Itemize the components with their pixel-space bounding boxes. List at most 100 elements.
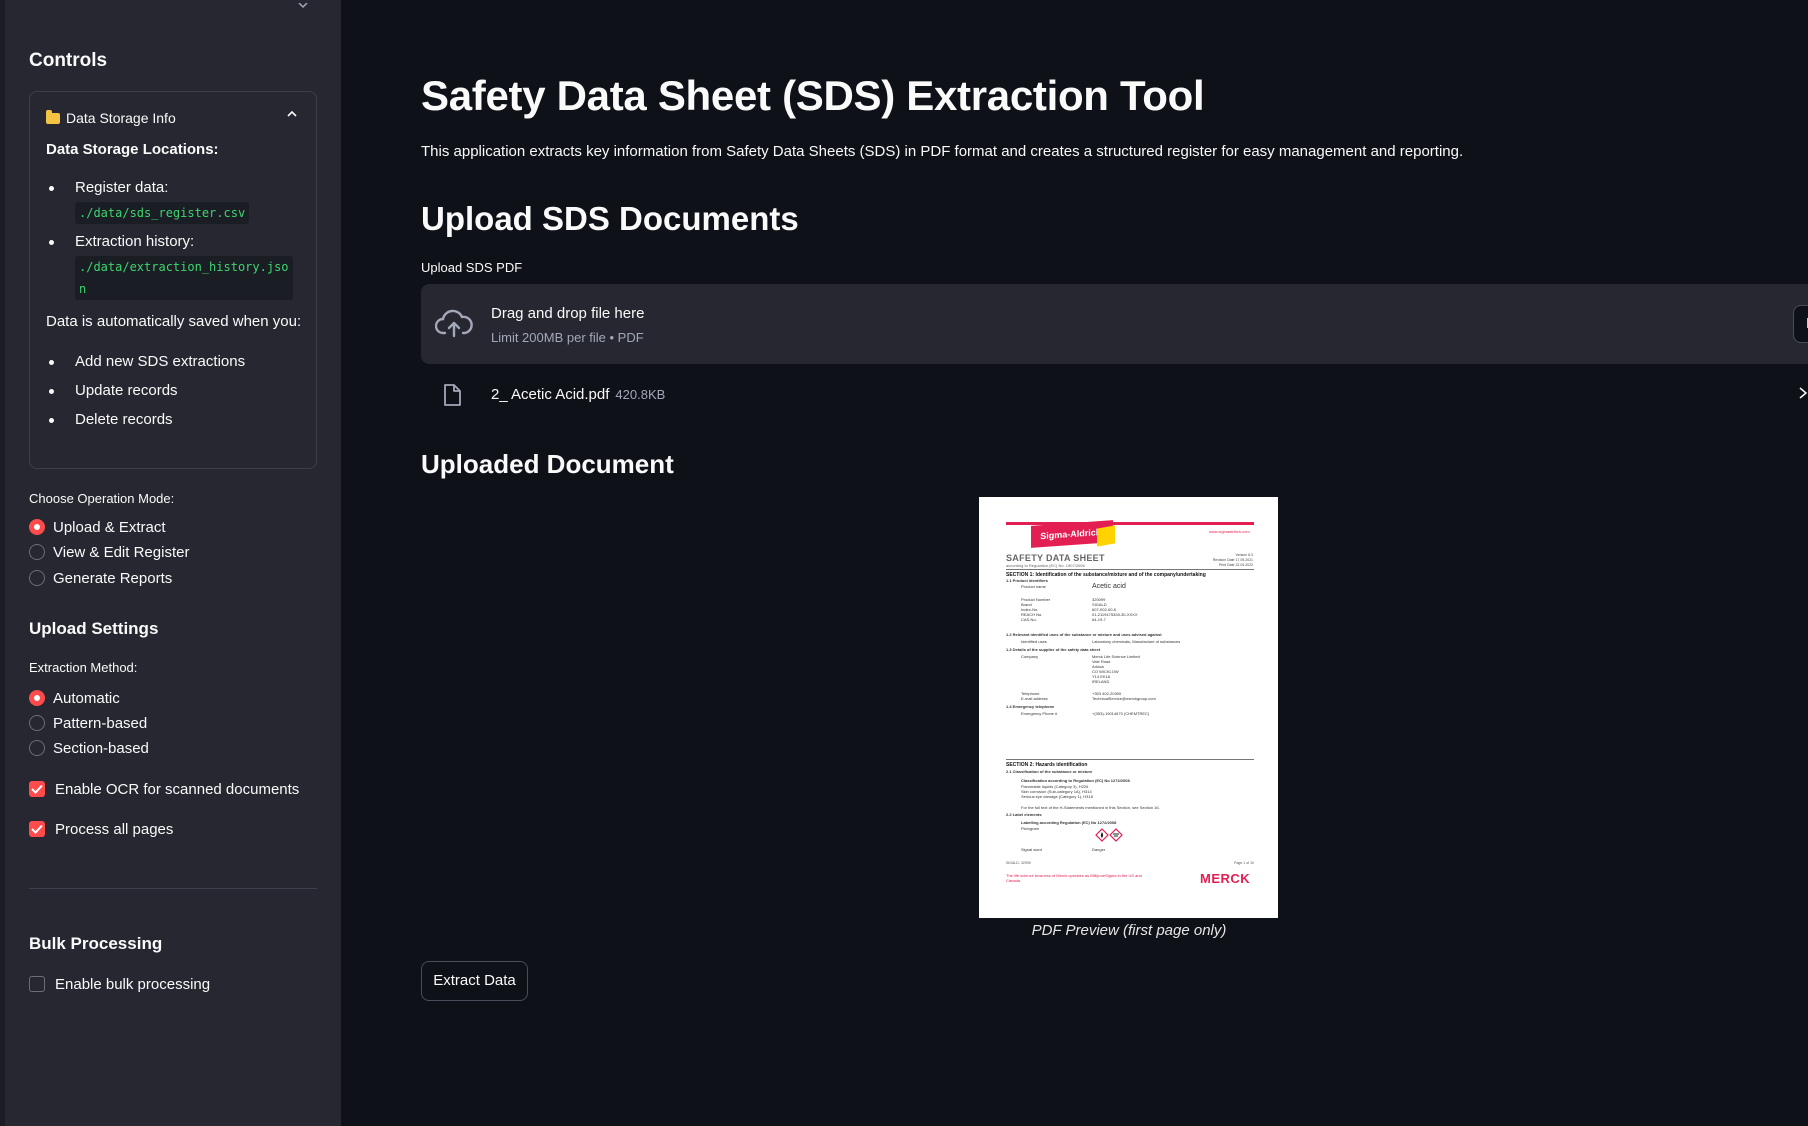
browse-files-button[interactable]: Browse files <box>1793 305 1808 343</box>
radio-view-edit-register[interactable]: View & Edit Register <box>29 542 189 562</box>
radio-pattern-based[interactable]: Pattern-based <box>29 713 147 733</box>
pdf-footer-right: Page 1 of 10 <box>1234 861 1254 865</box>
pdf-label-head: Labelling according Regulation (EC) No 1… <box>1021 820 1117 825</box>
pdf-pictogram-label: Pictogram <box>1021 826 1040 831</box>
register-path-code: ./data/sds_register.csv <box>75 202 250 224</box>
radio-selected-icon[interactable] <box>29 690 45 706</box>
uploaded-file-row: 2_ Acetic Acid.pdf 420.8KB <box>421 380 1808 410</box>
auto-save-list: Add new SDS extractions Update records D… <box>46 352 308 439</box>
list-item: Extraction history: ./data/extraction_hi… <box>46 232 308 300</box>
auto-save-text: Data is automatically saved when you: <box>46 313 302 330</box>
folder-icon <box>46 109 60 124</box>
pdf-class-note: For the full text of the H-Statements me… <box>1021 805 1160 810</box>
pdf-s12: 1.2 Relevant identified uses of the subs… <box>1006 632 1162 637</box>
sidebar-title: Controls <box>29 50 108 71</box>
expander-title: Data Storage Info <box>66 110 176 126</box>
chevron-up-icon[interactable] <box>286 108 298 120</box>
pdf-preview-image: Sigma-Aldrich. www.sigmaaldrich.com SAFE… <box>979 497 1278 918</box>
cloud-upload-icon <box>434 309 473 339</box>
radio-icon[interactable] <box>29 544 45 560</box>
radio-icon[interactable] <box>29 715 45 731</box>
pdf-print-date: Print Date 22.04.2022 <box>1218 563 1253 567</box>
uploaded-document-heading: Uploaded Document <box>421 449 674 479</box>
preview-caption: PDF Preview (first page only) <box>1031 922 1227 939</box>
pdf-signal-value: Danger <box>1092 847 1106 852</box>
file-name-text: 2_ Acetic Acid.pdf <box>491 386 610 403</box>
pdf-emergency-value: +(353)-19014670 (CHEMTREC) <box>1092 711 1150 716</box>
radio-label: Pattern-based <box>53 714 148 732</box>
remove-file-icon[interactable] <box>1798 386 1808 400</box>
sidebar-collapse-icon[interactable] <box>298 0 310 9</box>
pdf-contact-values: +353 402-20300 TechnicalService@merckgrou… <box>1092 691 1156 701</box>
upload-settings-title: Upload Settings <box>29 619 159 638</box>
merck-logo: MERCK <box>1200 871 1251 886</box>
data-storage-expander: Data Storage Info Data Storage Locations… <box>29 91 317 469</box>
hazard-pictograms-icon <box>1095 828 1123 847</box>
pdf-url: www.sigmaaldrich.com <box>1209 529 1250 534</box>
radio-generate-reports[interactable]: Generate Reports <box>29 568 172 588</box>
pdf-s14: 1.4 Emergency telephone <box>1006 704 1055 709</box>
bulk-processing-title: Bulk Processing <box>29 934 163 953</box>
expander-body: Data Storage Locations: Register data: .… <box>46 140 308 439</box>
checkbox-label: Enable bulk processing <box>55 975 211 993</box>
checkbox-icon[interactable] <box>29 976 45 992</box>
pdf-product-name: Acetic acid <box>1092 583 1126 590</box>
file-name: 2_ Acetic Acid.pdf 420.8KB <box>491 386 665 403</box>
dropzone-title: Drag and drop file here <box>491 305 645 322</box>
operation-mode-label: Choose Operation Mode: <box>29 491 175 506</box>
pdf-class-lines: Flammable liquids (Category 3), H226 Skin… <box>1021 784 1093 799</box>
pdf-s11: 1.1 Product identifiers <box>1006 578 1049 583</box>
file-icon <box>443 384 461 406</box>
checkbox-label: Process all pages <box>55 820 174 838</box>
file-dropzone[interactable]: Drag and drop file here Limit 200MB per … <box>421 284 1808 364</box>
checkbox-checked-icon[interactable] <box>29 821 45 837</box>
upload-heading: Upload SDS Documents <box>421 200 799 237</box>
dropzone-limit: Limit 200MB per file • PDF <box>491 330 644 345</box>
pdf-s22: 2.2 Label elements <box>1006 812 1042 817</box>
pdf-id-labels: Product Number Brand Index-No. REACH No. CAS… <box>1021 597 1051 622</box>
pdf-signal-label: Signal word <box>1021 847 1042 852</box>
expander-header[interactable]: Data Storage Info <box>46 108 176 128</box>
radio-upload-extract[interactable]: Upload & Extract <box>29 517 166 537</box>
radio-label: View & Edit Register <box>53 543 190 561</box>
page-description: This application extracts key informatio… <box>421 143 1464 160</box>
list-item: Add new SDS extractions <box>46 352 308 381</box>
storage-locations-list: Register data: ./data/sds_register.csv E… <box>46 178 308 300</box>
radio-label: Automatic <box>53 689 120 707</box>
extract-data-button[interactable]: Extract Data <box>421 961 528 1001</box>
pdf-emergency-label: Emergency Phone # <box>1021 711 1058 716</box>
radio-label: Section-based <box>53 739 149 757</box>
radio-automatic[interactable]: Automatic <box>29 688 120 708</box>
pdf-doc-subtitle: according to Regulation (EC) No. 1907/20… <box>1006 563 1085 568</box>
bulk-processing-checkbox[interactable]: Enable bulk processing <box>29 974 210 994</box>
checkbox-checked-icon[interactable] <box>29 781 45 797</box>
sigma-aldrich-logo-accent <box>1097 525 1115 547</box>
pdf-class-head: Classification according to Regulation (… <box>1021 778 1130 783</box>
location-label: Extraction history: <box>75 233 195 250</box>
list-item: Register data: ./data/sds_register.csv <box>46 178 308 224</box>
storage-heading: Data Storage Locations: <box>46 141 219 158</box>
file-size: 420.8KB <box>615 387 666 402</box>
ocr-checkbox[interactable]: Enable OCR for scanned documents <box>29 779 299 799</box>
checkbox-label: Enable OCR for scanned documents <box>55 780 300 798</box>
extraction-method-label: Extraction Method: <box>29 660 138 675</box>
pdf-contact-labels: Telephone E-mail address <box>1021 691 1048 701</box>
radio-section-based[interactable]: Section-based <box>29 738 149 758</box>
pdf-section-2: SECTION 2: Hazards identification <box>1006 759 1254 768</box>
radio-selected-icon[interactable] <box>29 519 45 535</box>
sidebar: Controls Data Storage Info Data Storage … <box>5 0 341 1126</box>
pdf-product-name-label: Product name <box>1021 584 1046 589</box>
pdf-company-lines: Merck Life Science Limited Vale Road Arklo… <box>1092 654 1140 684</box>
process-all-pages-checkbox[interactable]: Process all pages <box>29 819 173 839</box>
radio-icon[interactable] <box>29 740 45 756</box>
radio-icon[interactable] <box>29 570 45 586</box>
pdf-footer-left: SIGALD- 32099 <box>1006 861 1031 865</box>
list-item: Update records <box>46 381 308 410</box>
location-label: Register data: <box>75 179 169 196</box>
main-content: Safety Data Sheet (SDS) Extraction Tool … <box>341 0 1808 1126</box>
pdf-section-1: SECTION 1: Identification of the substan… <box>1006 569 1254 578</box>
radio-label: Upload & Extract <box>53 518 166 536</box>
pdf-uses-label: Identified uses <box>1021 639 1047 644</box>
pdf-version-block: Version 6.3 Revision Date 17.09.2021 Pri… <box>1189 553 1253 568</box>
pdf-s13: 1.3 Details of the supplier of the safet… <box>1006 647 1101 652</box>
